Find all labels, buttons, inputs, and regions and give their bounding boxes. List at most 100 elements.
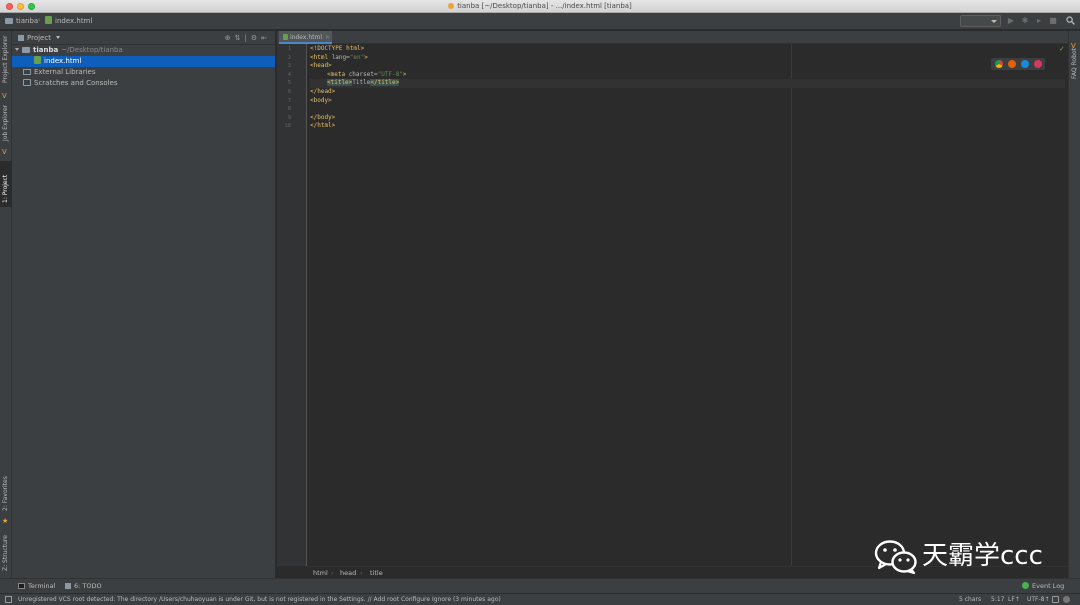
navigation-bar: tianba › index.html ▶ ✱ ▸ ■ <box>0 13 1080 30</box>
tree-node-scratches[interactable]: Scratches and Consoles <box>12 78 275 89</box>
tool-tab-label: Job Explorer <box>2 104 9 141</box>
line-number: 10 <box>284 123 291 130</box>
tree-node-index-html[interactable]: index.html <box>12 56 275 67</box>
collapse-icon[interactable]: ⇅ <box>235 34 245 42</box>
line-separator[interactable]: LF↑ <box>1008 594 1020 605</box>
star-icon: ★ <box>2 517 9 525</box>
project-view-selector[interactable]: Project <box>18 33 60 43</box>
gear-icon[interactable]: ⚙ <box>251 34 261 42</box>
run-configuration-select[interactable] <box>960 15 1001 27</box>
project-icon <box>18 35 24 41</box>
code-token: charset= <box>348 70 378 78</box>
hide-icon[interactable]: ⇤ <box>261 34 271 42</box>
locate-icon[interactable]: ⊕ <box>225 34 235 42</box>
window-title-bar: tianba [~/Desktop/tianba] - .../index.ht… <box>0 0 1080 13</box>
selection-count: 5 chars <box>959 596 982 603</box>
event-log-icon <box>1022 582 1029 589</box>
inspector-icon[interactable] <box>1063 596 1070 603</box>
folder-icon <box>22 47 30 53</box>
inspection-ok-icon[interactable]: ✓ <box>1059 45 1065 53</box>
chrome-icon[interactable] <box>995 60 1003 68</box>
safari-icon[interactable] <box>1021 60 1029 68</box>
tree-root-name: tianba <box>33 46 59 54</box>
terminal-tab[interactable]: Terminal <box>18 581 55 592</box>
opera-icon[interactable] <box>1034 60 1042 68</box>
chevron-down-icon <box>55 36 60 39</box>
todo-icon <box>65 583 71 589</box>
window-title-text: tianba [~/Desktop/tianba] - .../index.ht… <box>457 2 632 10</box>
stop-icon[interactable]: ■ <box>1048 16 1058 26</box>
code-line-4: <meta charset="UTF-8"> <box>327 71 407 80</box>
tool-tab-label: FAQ Robot <box>1071 48 1078 79</box>
tree-root-path: ~/Desktop/tianba <box>61 46 123 54</box>
code-token: "UTF-8" <box>377 70 403 78</box>
nav-crumb-file[interactable]: index.html <box>45 16 92 27</box>
project-panel-header: Project ⊕⇅|⚙⇤ <box>12 31 275 45</box>
tool-tab-label: 2: Favorites <box>2 476 9 511</box>
tool-tab-faq-robot[interactable]: FAQ Robot <box>1069 45 1080 81</box>
arrow-icon: V <box>2 148 7 156</box>
right-tool-strip: V FAQ Robot <box>1068 31 1080 578</box>
wechat-logo-icon <box>874 540 917 575</box>
code-editor[interactable]: <!DOCTYPE html> <html lang="en"> <head> … <box>310 44 1068 566</box>
tool-windows-icon[interactable] <box>5 596 12 603</box>
nav-crumb-label: index.html <box>55 17 93 25</box>
project-icon <box>448 3 455 9</box>
code-token: lang= <box>331 53 350 61</box>
debug-icon[interactable]: ✱ <box>1020 16 1030 26</box>
arrow-icon: V <box>1071 42 1076 50</box>
line-number: 8 <box>287 106 291 113</box>
line-number: 1 <box>287 46 291 52</box>
lock-icon[interactable] <box>1052 596 1059 603</box>
line-number: 6 <box>287 89 291 95</box>
tree-node-external-libraries[interactable]: External Libraries <box>12 67 275 78</box>
run-icon[interactable]: ▶ <box>1006 16 1016 26</box>
tool-tab-label: Project Explorer <box>2 35 9 83</box>
project-panel-toolbar: ⊕⇅|⚙⇤ <box>225 33 271 43</box>
coverage-icon[interactable]: ▸ <box>1034 16 1044 26</box>
tool-tab-project-explorer[interactable]: Project Explorer <box>0 35 12 87</box>
code-token: </title> <box>370 79 400 87</box>
code-token: > <box>402 70 407 78</box>
code-token: </body> <box>310 113 336 121</box>
firefox-icon[interactable] <box>1008 60 1016 68</box>
bottom-tool-bar: Terminal 6: TODO Event Log <box>0 578 1080 593</box>
terminal-label: Terminal <box>28 582 56 590</box>
code-token: <body> <box>310 96 332 104</box>
code-token: </head> <box>310 88 336 95</box>
event-log-tab[interactable]: Event Log <box>1022 581 1064 592</box>
line-number: 3 <box>287 63 291 70</box>
code-line-9: </body> <box>310 114 335 123</box>
code-token: </html> <box>310 122 336 130</box>
line-number: 9 <box>287 114 291 121</box>
tool-tab-job-explorer[interactable]: Job Explorer <box>0 101 12 143</box>
code-token: > <box>364 53 368 61</box>
code-line-10: </html> <box>310 122 335 131</box>
tool-tab-structure[interactable]: Z: Structure <box>0 529 12 575</box>
search-icon[interactable] <box>1065 16 1075 26</box>
nav-crumb-project[interactable]: tianba <box>5 16 38 27</box>
tree-node-root[interactable]: tianba ~/Desktop/tianba <box>12 45 275 56</box>
html-file-icon <box>45 16 52 24</box>
caret-position[interactable]: 5:17 <box>991 594 1004 605</box>
left-tool-strip: Project Explorer V Job Explorer V 1: Pro… <box>0 31 12 578</box>
code-token: <head> <box>310 62 332 70</box>
nav-crumb-label: tianba <box>16 17 39 25</box>
file-encoding[interactable]: UTF-8↑ <box>1027 594 1050 605</box>
todo-tab[interactable]: 6: TODO <box>65 581 102 592</box>
todo-label: 6: TODO <box>74 582 102 590</box>
status-message[interactable]: Unregistered VCS root detected: The dire… <box>18 594 501 605</box>
line-number: 2 <box>287 54 291 61</box>
code-line-2: <html lang="en"> <box>310 54 368 63</box>
code-token: <html <box>310 53 332 61</box>
window-title: tianba [~/Desktop/tianba] - .../index.ht… <box>0 1 1080 12</box>
tree-file-name: index.html <box>44 57 82 65</box>
code-line-7: <body> <box>310 97 332 106</box>
code-line-6: </head> <box>310 88 335 97</box>
tool-tab-project[interactable]: 1: Project <box>0 161 12 207</box>
watermark-text: 天霸学ccc <box>922 541 1043 571</box>
editor-tab-index-html[interactable]: index.html × <box>279 31 332 44</box>
close-icon[interactable]: × <box>325 31 330 44</box>
nav-separator: › <box>38 16 41 24</box>
code-token: "en" <box>349 53 365 61</box>
